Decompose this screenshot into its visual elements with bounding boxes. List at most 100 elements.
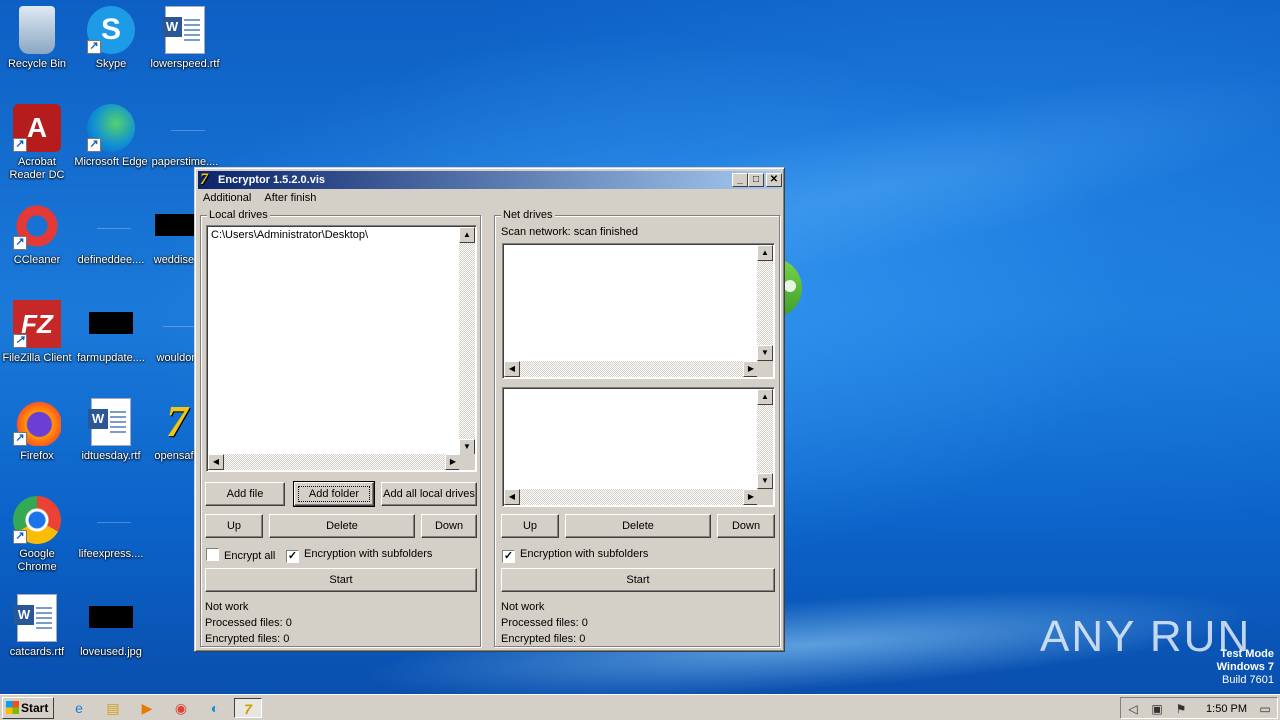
window-titlebar[interactable]: 7 Encryptor 1.5.2.0.vis _ □ ✕ — [198, 171, 782, 189]
internet-explorer-icon[interactable]: e — [68, 698, 90, 718]
encryptor-taskbar-icon[interactable]: 7 — [234, 698, 262, 718]
system-tray: ◁ ▣ ⚑ 1:50 PM ▭ — [1120, 697, 1278, 719]
local-start-button[interactable]: Start — [205, 568, 477, 592]
desktop-icon-defineddee[interactable]: defineddee.... — [74, 202, 148, 267]
local-up-button[interactable]: Up — [205, 514, 263, 538]
add-folder-button[interactable]: Add folder — [293, 481, 375, 507]
scroll-up-icon[interactable]: ▲ — [757, 389, 773, 405]
volume-icon[interactable]: ◁ — [1125, 701, 1141, 717]
scrollbar-corner — [757, 361, 773, 377]
local-status: Not work Processed files: 0 Encrypted fi… — [205, 599, 292, 647]
scroll-down-icon[interactable]: ▼ — [757, 473, 773, 489]
net-delete-button[interactable]: Delete — [565, 514, 711, 538]
media-player-icon[interactable]: ▶ — [136, 698, 158, 718]
net-up-button[interactable]: Up — [501, 514, 559, 538]
desktop-icon-recycle-bin[interactable]: Recycle Bin — [0, 6, 74, 71]
vertical-scrollbar[interactable]: ▲ ▼ — [757, 245, 773, 361]
horizontal-scrollbar[interactable]: ◀ ▶ — [504, 361, 759, 377]
vertical-scrollbar[interactable]: ▲ ▼ — [459, 227, 475, 455]
scroll-down-icon[interactable]: ▼ — [757, 345, 773, 361]
net-subfolders-checkbox[interactable]: ✓ Encryption with subfolders — [502, 548, 648, 563]
chrome-icon[interactable]: ◉ — [170, 698, 192, 718]
start-button[interactable]: Start — [2, 697, 54, 719]
desktop-icon-acrobat[interactable]: A ↗ Acrobat Reader DC — [0, 104, 74, 182]
filezilla-icon: FZ ↗ — [13, 300, 61, 348]
scrollbar-corner — [459, 454, 475, 470]
desktop-icon-label: defineddee.... — [77, 254, 145, 266]
desktop-icon-lowerspeed[interactable]: lowerspeed.rtf — [148, 6, 222, 71]
desktop-icon-label: catcards.rtf — [9, 646, 65, 658]
net-subfolders-label: Encryption with subfolders — [520, 548, 649, 560]
ccleaner-icon: ↗ — [13, 202, 61, 250]
desktop-icon-edge[interactable]: ↗ Microsoft Edge — [74, 104, 148, 169]
scroll-left-icon[interactable]: ◀ — [504, 361, 520, 377]
desktop-icon-label: farmupdate.... — [77, 352, 145, 364]
local-processed-files: Processed files: 0 — [205, 617, 292, 629]
desktop-icon-firefox[interactable]: ↗ Firefox — [0, 398, 74, 463]
show-desktop-icon[interactable]: ▭ — [1257, 701, 1273, 717]
encryptor-window: 7 Encryptor 1.5.2.0.vis _ □ ✕ Additional… — [194, 167, 785, 652]
checkbox-checked-icon[interactable]: ✓ — [502, 550, 515, 563]
net-targets-list[interactable]: ▲ ▼ ◀ ▶ — [502, 387, 775, 507]
menu-after-finish[interactable]: After finish — [259, 190, 321, 206]
local-subfolders-checkbox[interactable]: ✓ Encryption with subfolders — [286, 548, 432, 563]
flag-icon[interactable]: ⚑ — [1173, 701, 1189, 717]
desktop-icon-loveused[interactable]: loveused.jpg — [74, 594, 148, 659]
network-icon[interactable]: ▣ — [1149, 701, 1165, 717]
clock[interactable]: 1:50 PM — [1206, 698, 1247, 720]
scroll-left-icon[interactable]: ◀ — [504, 489, 520, 505]
checkbox-checked-icon[interactable]: ✓ — [286, 550, 299, 563]
desktop-icon-label: Microsoft Edge — [74, 156, 148, 168]
desktop-icon-filezilla[interactable]: FZ ↗ FileZilla Client — [0, 300, 74, 365]
desktop-icon-ccleaner[interactable]: ↗ CCleaner — [0, 202, 74, 267]
horizontal-scrollbar[interactable]: ◀ ▶ — [504, 489, 759, 505]
shortcut-arrow-icon: ↗ — [13, 432, 27, 446]
desktop-icon-label: Skype — [95, 58, 127, 70]
word-document-icon — [162, 6, 205, 54]
checkbox-box[interactable] — [206, 548, 219, 561]
desktop-icon-catcards[interactable]: catcards.rtf — [0, 594, 74, 659]
close-button[interactable]: ✕ — [766, 173, 782, 187]
net-encrypted-files: Encrypted files: 0 — [501, 633, 586, 645]
firefox-icon: ↗ — [13, 398, 61, 446]
scan-network-status: Scan network: scan finished — [501, 226, 638, 238]
scroll-down-icon[interactable]: ▼ — [459, 439, 475, 455]
net-drives-list[interactable]: ▲ ▼ ◀ ▶ — [502, 243, 775, 379]
scrollbar-corner — [757, 489, 773, 505]
vertical-scrollbar[interactable]: ▲ ▼ — [757, 389, 773, 489]
scroll-left-icon[interactable]: ◀ — [208, 454, 224, 470]
net-start-button[interactable]: Start — [501, 568, 775, 592]
add-all-local-drives-button[interactable]: Add all local drives — [381, 482, 477, 506]
desktop-icon-lifeexpress[interactable]: lifeexpress.... — [74, 496, 148, 561]
scroll-up-icon[interactable]: ▲ — [459, 227, 475, 243]
desktop-icon-idtuesday[interactable]: idtuesday.rtf — [74, 398, 148, 463]
local-delete-button[interactable]: Delete — [269, 514, 415, 538]
edge-icon[interactable]: ◐ — [204, 698, 226, 718]
desktop-icon-paperstime[interactable]: paperstime.... — [148, 104, 222, 169]
encrypt-all-checkbox[interactable]: Encrypt all — [206, 548, 275, 563]
desktop-icon-farmupdate[interactable]: farmupdate.... — [74, 300, 148, 365]
shortcut-arrow-icon: ↗ — [13, 236, 27, 250]
desktop-icon-label: FileZilla Client — [2, 352, 72, 364]
chrome-icon: ↗ — [13, 496, 61, 544]
acrobat-icon: A ↗ — [13, 104, 61, 152]
window-title: Encryptor 1.5.2.0.vis — [218, 174, 325, 186]
scroll-up-icon[interactable]: ▲ — [757, 245, 773, 261]
maximize-button[interactable]: □ — [748, 173, 764, 187]
local-down-button[interactable]: Down — [421, 514, 477, 538]
local-encrypted-files: Encrypted files: 0 — [205, 633, 290, 645]
desktop-icon-skype[interactable]: S ↗ Skype — [74, 6, 148, 71]
explorer-icon[interactable]: ▤ — [102, 698, 124, 718]
windows-flag-icon — [6, 701, 19, 714]
desktop-icon-label: lowerspeed.rtf — [150, 58, 220, 70]
horizontal-scrollbar[interactable]: ◀ ▶ — [208, 454, 461, 470]
watermark-line: Windows 7 — [1216, 661, 1274, 673]
minimize-button[interactable]: _ — [732, 173, 748, 187]
add-folder-label: Add folder — [297, 486, 371, 502]
list-item[interactable]: C:\Users\Administrator\Desktop\ — [211, 229, 368, 241]
net-down-button[interactable]: Down — [717, 514, 775, 538]
add-file-button[interactable]: Add file — [205, 482, 285, 506]
local-drives-list[interactable]: C:\Users\Administrator\Desktop\ ▲ ▼ ◀ ▶ — [206, 225, 477, 472]
desktop-icon-chrome[interactable]: ↗ Google Chrome — [0, 496, 74, 574]
menu-additional[interactable]: Additional — [198, 190, 256, 206]
